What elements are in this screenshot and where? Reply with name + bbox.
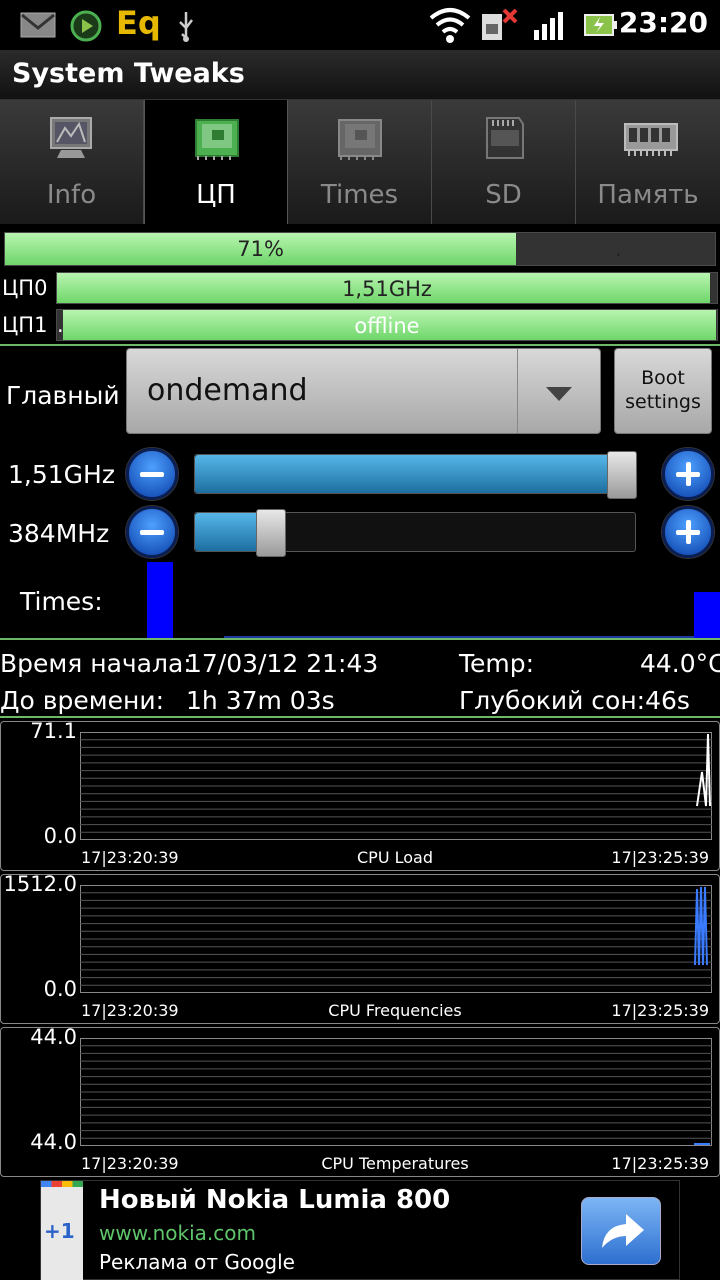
ad-url[interactable]: www.nokia.com	[99, 1221, 256, 1245]
minus-icon	[140, 472, 164, 477]
graph-min: 0.0	[43, 824, 77, 848]
plus-one-label: +1	[44, 1219, 75, 1243]
cpu-load-graph: 71.1 0.0 17|23:20:39 CPU Load 17|23:25:3…	[0, 719, 720, 871]
times-bar-1	[147, 562, 173, 638]
tab-sd[interactable]: SD	[432, 100, 576, 224]
core1-value: offline	[354, 314, 420, 338]
ad-banner[interactable]: +1 Новый Nokia Lumia 800 www.nokia.com Р…	[40, 1180, 680, 1280]
max-freq-increase-button[interactable]	[662, 448, 714, 500]
status-bar: Eq 23:20	[0, 0, 720, 50]
tab-cpu[interactable]: ЦП	[144, 100, 288, 224]
deep-sleep-value: Глубокий сон:46s	[459, 686, 690, 715]
max-freq-label: 1,51GHz	[8, 460, 115, 489]
plus-icon-vertical	[686, 462, 691, 486]
temp-value: 44.0°C	[640, 649, 720, 678]
divider	[0, 638, 720, 640]
eq-icon: Eq	[116, 4, 161, 42]
graph-max: 71.1	[30, 719, 77, 743]
plus-icon-vertical	[686, 520, 691, 544]
boot-settings-button[interactable]: Boot settings	[614, 348, 712, 434]
min-freq-decrease-button[interactable]	[126, 506, 178, 558]
cpu-load-value: 71%	[237, 237, 284, 261]
min-freq-slider[interactable]	[194, 509, 636, 557]
graph-end-time: 17|23:25:39	[611, 848, 709, 867]
start-time-value: 17/03/12 21:43	[186, 649, 379, 678]
graph-min: 44.0	[30, 1130, 77, 1154]
cpu-chip-gray-icon	[338, 119, 382, 160]
monitor-icon	[50, 117, 92, 158]
clock: 23:20	[618, 6, 708, 39]
usb-icon	[179, 12, 193, 42]
core1-bar: . offline	[56, 309, 718, 341]
governor-select[interactable]: ondemand	[126, 348, 601, 434]
max-freq-slider[interactable]	[194, 451, 637, 499]
tab-memory[interactable]: Память	[576, 100, 720, 224]
core1-label: ЦП1	[2, 313, 48, 337]
core0-label: ЦП0	[2, 276, 48, 300]
ad-open-button[interactable]	[581, 1197, 661, 1265]
min-freq-increase-button[interactable]	[662, 506, 714, 558]
tab-info[interactable]: Info	[0, 100, 144, 224]
media-player-icon	[70, 10, 102, 42]
tab-label: ЦП	[196, 180, 236, 210]
dropdown-divider	[517, 349, 518, 433]
chevron-down-icon	[546, 387, 572, 401]
slider-thumb[interactable]	[256, 509, 286, 557]
tab-times[interactable]: Times	[288, 100, 432, 224]
app-title-bar: System Tweaks	[0, 50, 720, 100]
cpu-frequencies-graph: 1512.0 0.0 17|23:20:39 CPU Frequencies 1…	[0, 872, 720, 1024]
google-color-strip	[41, 1181, 83, 1187]
signal-icon	[534, 12, 563, 40]
share-arrow-icon	[602, 1214, 644, 1248]
boot-settings-label: Boot settings	[625, 367, 701, 413]
cpu-temperatures-line	[694, 1143, 710, 1145]
core0-value: 1,51GHz	[342, 277, 432, 301]
divider	[0, 716, 720, 718]
tab-label: Info	[46, 180, 97, 210]
graph-max: 1512.0	[3, 872, 77, 896]
minus-icon	[140, 530, 164, 535]
memory-module-icon	[624, 123, 678, 156]
times-bar-2	[694, 592, 720, 638]
max-freq-decrease-button[interactable]	[126, 448, 178, 500]
gmail-icon	[20, 12, 56, 38]
uptime-label: До времени:	[0, 686, 165, 715]
tab-label: SD	[485, 180, 522, 210]
governor-value: ondemand	[147, 373, 308, 408]
ad-title: Новый Nokia Lumia 800	[99, 1185, 451, 1215]
wifi-icon	[429, 8, 471, 43]
slider-fill	[195, 455, 623, 493]
tab-bar: Info ЦП Times SD Память	[0, 100, 720, 224]
governor-label: Главный	[6, 381, 120, 410]
temp-label: Temp:	[459, 649, 535, 678]
tab-label: Память	[597, 180, 699, 210]
cpu-chip-icon	[195, 119, 239, 160]
cpu-temperatures-graph: 44.0 44.0 17|23:20:39 CPU Temperatures 1…	[0, 1025, 720, 1177]
cpu-load-secondary: .	[615, 237, 622, 261]
tab-label: Times	[320, 180, 399, 210]
battery-charging-icon	[584, 14, 617, 36]
graph-min: 0.0	[43, 977, 77, 1001]
plus-one-button[interactable]: +1	[41, 1181, 83, 1280]
cpu-frequencies-line	[694, 886, 708, 966]
min-freq-label: 384MHz	[8, 519, 110, 548]
core0-bar: 1,51GHz	[56, 272, 718, 304]
graph-end-time: 17|23:25:39	[611, 1001, 709, 1020]
sim-error-icon	[482, 8, 518, 40]
start-time-label: Время начала:	[0, 649, 192, 678]
graph-max: 44.0	[30, 1025, 77, 1049]
uptime-value: 1h 37m 03s	[186, 686, 335, 715]
cpu-load-line	[696, 733, 711, 807]
sd-card-icon	[486, 117, 524, 159]
divider	[0, 344, 720, 346]
times-label: Times:	[20, 587, 103, 616]
ad-attribution: Реклама от Google	[99, 1250, 295, 1274]
cpu-load-bar: 71% .	[4, 232, 716, 266]
graph-end-time: 17|23:25:39	[611, 1154, 709, 1173]
app-title: System Tweaks	[12, 58, 245, 89]
slider-thumb[interactable]	[607, 451, 637, 499]
